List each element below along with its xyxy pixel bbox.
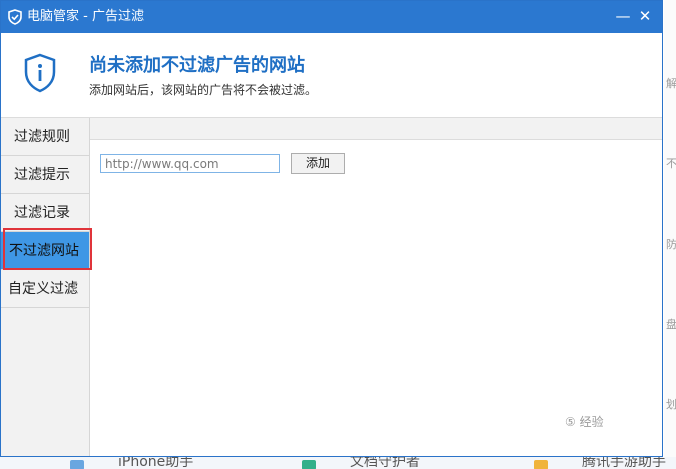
- taskbar-item[interactable]: 腾讯手游助手: [582, 457, 666, 469]
- url-input[interactable]: [100, 154, 280, 173]
- background-text: 盘: [666, 318, 676, 331]
- sidebar: 过滤规则 过滤提示 过滤记录 不过滤网站 自定义过滤: [1, 118, 90, 456]
- app-icon: [534, 460, 548, 469]
- shield-logo-icon: [8, 9, 22, 25]
- taskbar-item[interactable]: 文档守护者: [350, 457, 420, 469]
- ad-filter-window: 电脑管家 - 广告过滤 — ✕ 尚未添加不过滤广告的网站 添加网站后，该网站的广…: [0, 0, 663, 457]
- main-content: 添加: [90, 118, 662, 456]
- sidebar-item-filter-rules[interactable]: 过滤规则: [1, 118, 89, 156]
- window-title: 电脑管家 - 广告过滤: [27, 9, 144, 24]
- add-button[interactable]: 添加: [291, 153, 345, 174]
- content-toolbar: [90, 118, 662, 140]
- sidebar-item-filter-prompts[interactable]: 过滤提示: [1, 156, 89, 194]
- app-icon: [302, 460, 316, 469]
- minimize-button[interactable]: —: [614, 7, 632, 25]
- close-button[interactable]: ✕: [636, 7, 654, 25]
- background-taskbar: iPhone助手 文档守护者 腾讯手游助手: [0, 457, 676, 469]
- title-bar[interactable]: 电脑管家 - 广告过滤 — ✕: [1, 1, 662, 33]
- taskbar-item[interactable]: iPhone助手: [118, 457, 193, 469]
- sidebar-item-filter-log[interactable]: 过滤记录: [1, 194, 89, 232]
- page-subtitle: 添加网站后，该网站的广告将不会被过滤。: [89, 83, 318, 97]
- app-icon: [70, 460, 84, 469]
- background-text: 防: [666, 238, 676, 251]
- header-panel: 尚未添加不过滤广告的网站 添加网站后，该网站的广告将不会被过滤。: [1, 33, 662, 118]
- background-text: 划: [666, 398, 676, 411]
- background-text: 不: [666, 157, 676, 170]
- background-text: 解: [666, 77, 676, 90]
- info-shield-icon: [24, 53, 56, 93]
- watermark: ⑤ 经验: [565, 415, 604, 429]
- sidebar-item-unfiltered-sites[interactable]: 不过滤网站: [1, 232, 89, 270]
- sidebar-item-custom-filter[interactable]: 自定义过滤: [1, 270, 89, 308]
- page-title: 尚未添加不过滤广告的网站: [89, 55, 305, 76]
